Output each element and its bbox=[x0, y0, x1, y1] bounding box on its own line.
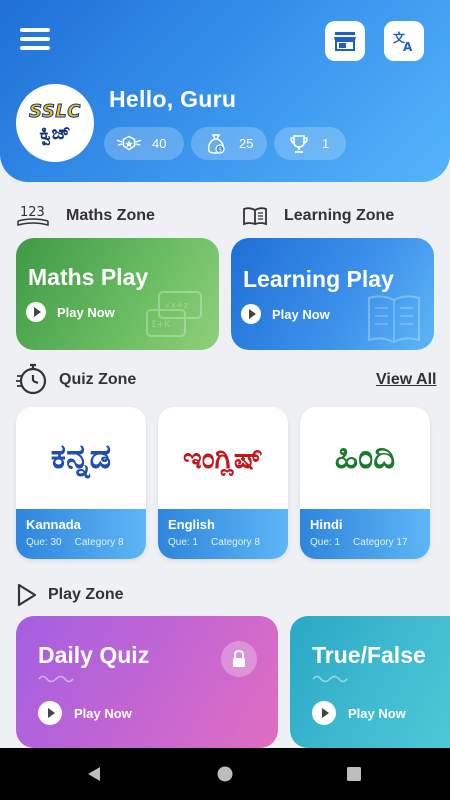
true-false-title: True/False bbox=[312, 642, 426, 668]
quiz-category-kannada[interactable]: ಕನ್ನಡ Kannada Que: 30 Category 8 bbox=[16, 407, 146, 559]
rank-badge-icon bbox=[116, 133, 142, 155]
svg-text:$: $ bbox=[218, 146, 222, 153]
play-outline-icon bbox=[16, 583, 38, 612]
kannada-category: Category 8 bbox=[74, 537, 124, 548]
learning-play-title: Learning Play bbox=[243, 266, 394, 292]
learning-zone-title: Learning Zone bbox=[284, 207, 395, 224]
logo-text-quiz: ಕ್ವಿಜ್ bbox=[39, 122, 71, 144]
quiz-category-hindi[interactable]: ಹಿಂದಿ Hindi Que: 1 Category 17 bbox=[300, 407, 430, 559]
maths-play-title: Maths Play bbox=[28, 264, 149, 290]
recents-icon[interactable] bbox=[346, 766, 362, 782]
hindi-que: Que: 1 bbox=[310, 537, 341, 548]
english-name: English bbox=[168, 517, 215, 532]
play-icon bbox=[241, 304, 261, 324]
english-que: Que: 1 bbox=[168, 537, 199, 548]
english-script-text: ಇಂಗ್ಲಿಷ್ bbox=[182, 441, 264, 475]
true-false-play-now-button[interactable]: Play Now bbox=[312, 701, 406, 725]
trophy-value: 1 bbox=[322, 136, 330, 151]
english-footer: English Que: 1 Category 8 bbox=[158, 509, 288, 559]
maths-123-icon: 123 bbox=[16, 203, 50, 234]
true-false-play-now-label: Play Now bbox=[348, 705, 406, 721]
open-book-icon bbox=[368, 295, 420, 344]
learning-play-now-label: Play Now bbox=[272, 306, 330, 322]
system-navigation-bar bbox=[0, 748, 450, 800]
maths-zone-title: Maths Zone bbox=[66, 207, 155, 224]
quiz-category-english[interactable]: ಇಂಗ್ಲಿಷ್ English Que: 1 Category 8 bbox=[158, 407, 288, 559]
logo-text-sslc: SSLC bbox=[29, 101, 81, 122]
book-icon bbox=[242, 206, 268, 231]
home-icon[interactable] bbox=[216, 765, 234, 783]
play-zone-title: Play Zone bbox=[48, 586, 124, 603]
wave-decoration bbox=[38, 675, 74, 683]
store-icon[interactable] bbox=[325, 21, 365, 61]
kannada-name: Kannada bbox=[26, 517, 81, 532]
daily-quiz-card[interactable]: Daily Quiz Play Now bbox=[16, 616, 278, 748]
hindi-category: Category 17 bbox=[353, 537, 408, 548]
daily-quiz-play-now-label: Play Now bbox=[74, 705, 132, 721]
trophy-stat[interactable]: 1 bbox=[274, 127, 346, 160]
coin-bag-icon: $ bbox=[203, 133, 229, 155]
greeting-text: Hello, Guru bbox=[109, 86, 237, 112]
kannada-script-text: ಕನ್ನಡ bbox=[50, 437, 112, 477]
math-chat-icon: √x+z Σ+K bbox=[146, 291, 202, 337]
hindi-name: Hindi bbox=[310, 517, 343, 532]
maths-play-now-label: Play Now bbox=[57, 304, 115, 320]
learning-play-card[interactable]: Learning Play Play Now bbox=[231, 238, 434, 350]
wave-decoration bbox=[312, 675, 348, 683]
stopwatch-icon bbox=[16, 362, 48, 401]
kannada-que: Que: 30 bbox=[26, 537, 62, 548]
svg-text:Σ+K: Σ+K bbox=[151, 320, 171, 330]
rank-stat[interactable]: 40 bbox=[104, 127, 184, 160]
english-category: Category 8 bbox=[211, 537, 260, 548]
daily-quiz-title: Daily Quiz bbox=[38, 642, 150, 668]
svg-text:√x+z: √x+z bbox=[165, 300, 189, 311]
rank-value: 40 bbox=[152, 136, 167, 151]
play-icon bbox=[38, 701, 62, 725]
quiz-zone-title: Quiz Zone bbox=[59, 371, 137, 388]
maths-play-card[interactable]: Maths Play √x+z Σ+K Play Now bbox=[16, 238, 219, 350]
lock-icon bbox=[221, 641, 257, 677]
learning-play-now-button[interactable]: Play Now bbox=[241, 304, 330, 324]
back-icon[interactable] bbox=[85, 765, 103, 783]
hindi-script-text: ಹಿಂದಿ bbox=[334, 437, 396, 477]
header-banner: 文A SSLC ಕ್ವಿಜ್ Hello, Guru 40 $ 25 1 bbox=[0, 0, 450, 182]
view-all-link[interactable]: View All bbox=[376, 371, 436, 389]
daily-quiz-play-now-button[interactable]: Play Now bbox=[38, 701, 132, 725]
maths-play-now-button[interactable]: Play Now bbox=[26, 302, 115, 322]
svg-text:123: 123 bbox=[20, 205, 45, 220]
true-false-card[interactable]: True/False Play Now bbox=[290, 616, 450, 748]
coins-value: 25 bbox=[239, 136, 254, 151]
svg-text:A: A bbox=[403, 40, 413, 53]
hindi-footer: Hindi Que: 1 Category 17 bbox=[300, 509, 430, 559]
trophy-icon bbox=[286, 133, 312, 155]
kannada-footer: Kannada Que: 30 Category 8 bbox=[16, 509, 146, 559]
app-logo: SSLC ಕ್ವಿಜ್ bbox=[16, 84, 94, 162]
menu-icon[interactable] bbox=[20, 28, 54, 56]
play-icon bbox=[26, 302, 46, 322]
translate-icon[interactable]: 文A bbox=[384, 21, 424, 61]
play-icon bbox=[312, 701, 336, 725]
coins-stat[interactable]: $ 25 bbox=[191, 127, 267, 160]
